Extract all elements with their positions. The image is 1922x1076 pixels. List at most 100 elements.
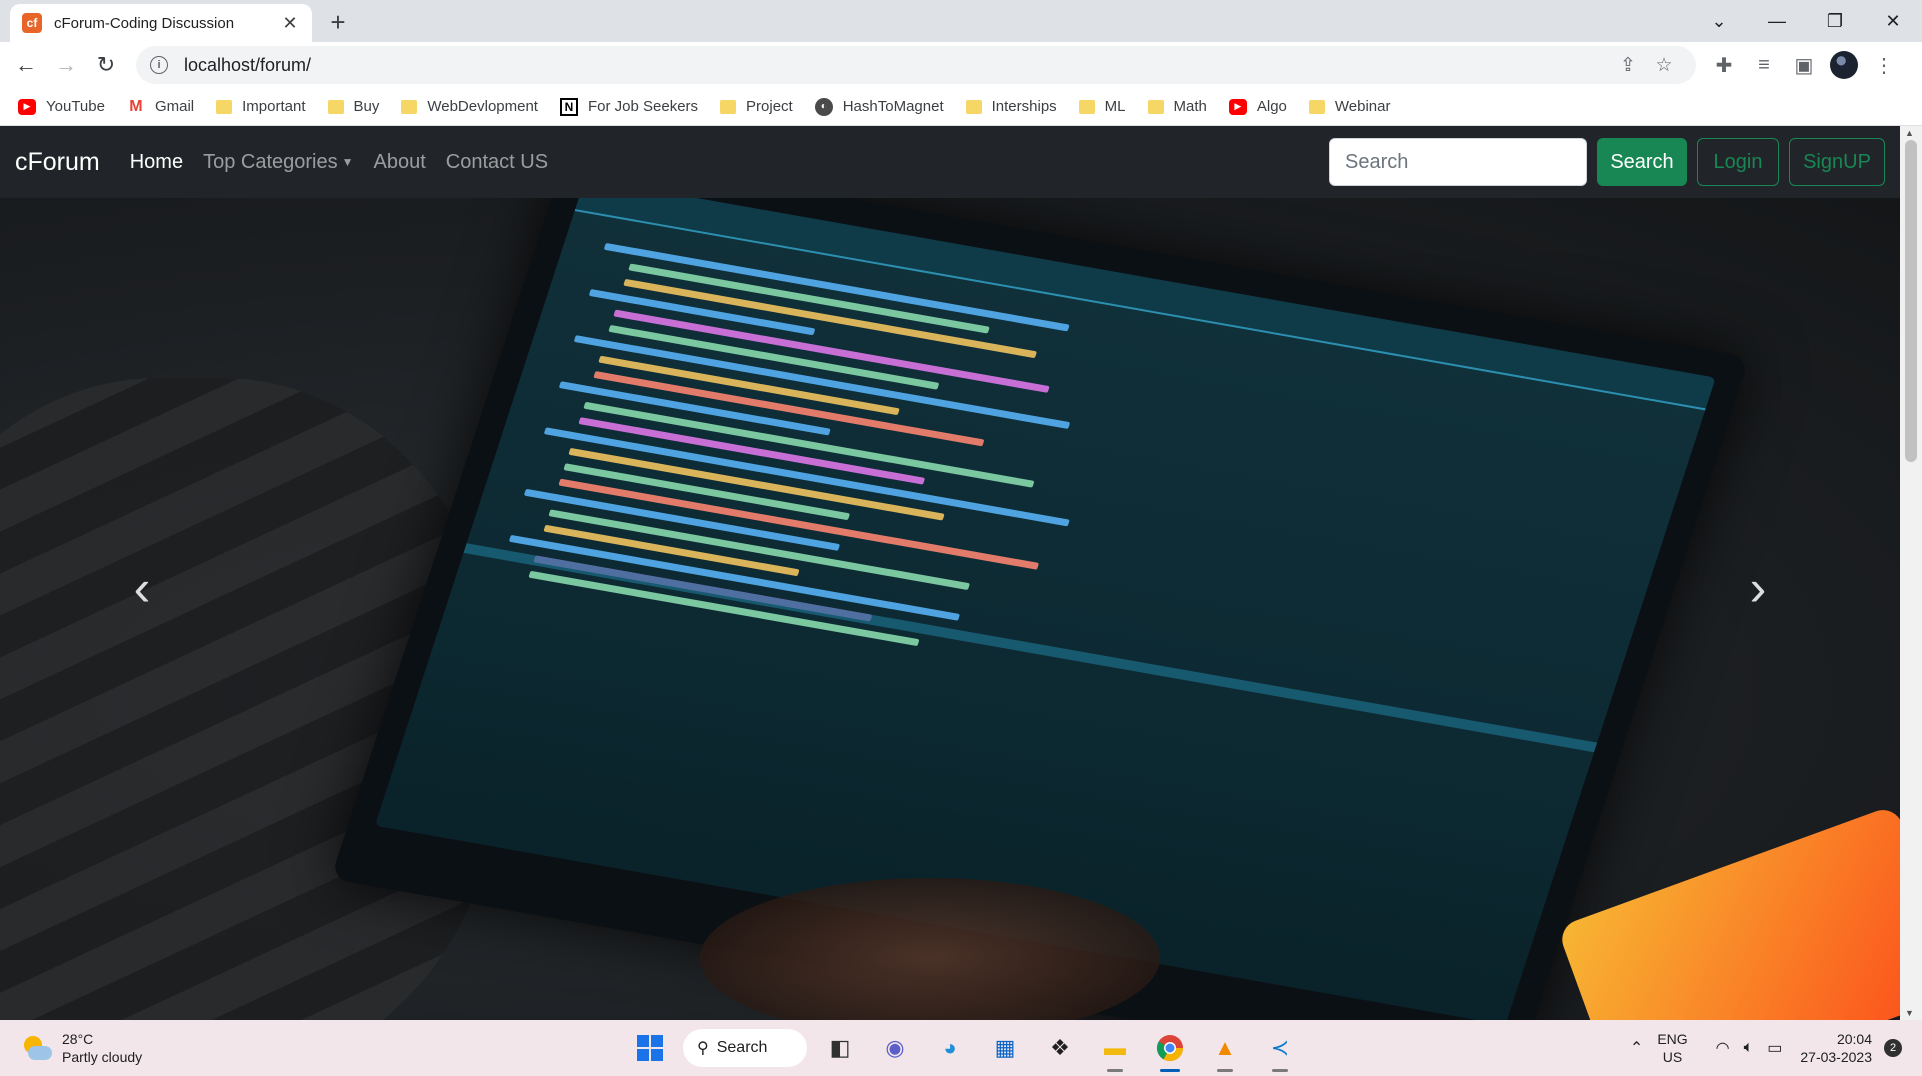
task-view-icon[interactable]: ◧ — [818, 1026, 862, 1070]
cforum-favicon-icon: cf — [22, 13, 42, 33]
bookmark-label: YouTube — [46, 98, 105, 115]
browser-tab[interactable]: cf cForum-Coding Discussion ✕ — [10, 4, 312, 42]
close-window-button[interactable]: ✕ — [1864, 0, 1922, 42]
scrollbar-thumb[interactable] — [1905, 140, 1917, 462]
signup-button[interactable]: SignUP — [1789, 138, 1885, 186]
profile-avatar[interactable] — [1830, 51, 1858, 79]
search-button[interactable]: Search — [1597, 138, 1687, 186]
bookmark-interships[interactable]: Interships — [965, 98, 1057, 115]
restore-button[interactable]: ❐ — [1806, 0, 1864, 42]
site-info-icon[interactable]: i — [150, 56, 168, 74]
windows-start-icon[interactable] — [628, 1026, 672, 1070]
dropbox-icon[interactable]: ❖ — [1038, 1026, 1082, 1070]
volume-icon[interactable]: 🔈︎ — [1744, 1039, 1754, 1057]
taskbar-apps: ⚲ Search ◧ ◉ ◕ ▦ ❖ ▬ ▲ ≺ — [628, 1026, 1313, 1072]
address-bar[interactable]: i localhost/forum/ ⇪ ☆ — [136, 46, 1696, 84]
show-hidden-icons-chevron-icon[interactable]: ⌃ — [1630, 1038, 1643, 1058]
reload-icon[interactable]: ↻ — [86, 45, 126, 85]
bookmark-webinar[interactable]: Webinar — [1308, 98, 1391, 115]
media-queue-icon[interactable]: ≡ — [1744, 45, 1784, 85]
bookmark-algo[interactable]: ▶ Algo — [1228, 98, 1287, 115]
url-text[interactable]: localhost/forum/ — [184, 55, 1610, 76]
bookmark-ml[interactable]: ML — [1078, 98, 1126, 115]
carousel-next-chevron-icon[interactable]: › — [1728, 558, 1788, 618]
scroll-up-arrow-icon[interactable]: ▲ — [1905, 128, 1914, 138]
youtube-icon: ▶ — [18, 98, 36, 115]
bookmark-label: Algo — [1256, 98, 1287, 115]
bookmark-label: Buy — [353, 98, 380, 115]
language-indicator[interactable]: ENG US — [1657, 1030, 1687, 1066]
search-icon: ⚲ — [697, 1040, 709, 1057]
login-button[interactable]: Login — [1697, 138, 1779, 186]
teams-chat-icon[interactable]: ◉ — [873, 1026, 917, 1070]
forward-arrow-icon[interactable]: → — [46, 45, 86, 85]
window-controls: ⌄ — ❐ ✕ — [1690, 0, 1922, 42]
partly-cloudy-icon — [20, 1034, 52, 1062]
bookmark-star-icon[interactable]: ☆ — [1646, 47, 1682, 83]
vscode-icon[interactable]: ≺ — [1258, 1026, 1302, 1072]
bookmark-project[interactable]: Project — [720, 98, 793, 115]
nav-dropdown-top-categories[interactable]: Top Categories ▼ — [203, 151, 353, 174]
clock[interactable]: 20:04 27-03-2023 — [1800, 1030, 1872, 1066]
microsoft-store-icon[interactable]: ▦ — [983, 1026, 1027, 1070]
wifi-icon[interactable]: ◠ — [1716, 1038, 1730, 1058]
bookmark-math[interactable]: Math — [1147, 98, 1207, 115]
new-tab-button[interactable]: + — [322, 6, 354, 38]
close-tab-icon[interactable]: ✕ — [280, 13, 300, 34]
clock-time: 20:04 — [1836, 1031, 1872, 1047]
side-panel-icon[interactable]: ▣ — [1784, 45, 1824, 85]
navbar-brand[interactable]: cForum — [15, 148, 100, 177]
search-input[interactable] — [1329, 138, 1587, 186]
site-navbar: cForum Home Top Categories ▼ About Contac… — [0, 126, 1900, 198]
nav-link-home[interactable]: Home — [130, 151, 183, 174]
tab-title: cForum-Coding Discussion — [54, 14, 235, 32]
bookmark-important[interactable]: Important — [216, 98, 306, 115]
browser-toolbar: ← → ↻ i localhost/forum/ ⇪ ☆ ✚ ≡ ▣ ⋮ — [0, 42, 1922, 88]
edge-browser-icon[interactable]: ◕ — [928, 1026, 972, 1070]
folder-icon — [1308, 99, 1325, 114]
bookmark-label: Gmail — [154, 98, 195, 115]
browser-tab-strip: cf cForum-Coding Discussion ✕ + ⌄ — ❐ ✕ — [0, 0, 1922, 42]
bookmark-youtube[interactable]: ▶ YouTube — [18, 98, 105, 115]
language-line1: ENG — [1657, 1031, 1688, 1047]
bookmark-label: WebDevlopment — [427, 98, 538, 115]
bookmark-label: Interships — [991, 98, 1057, 115]
carousel-prev-chevron-icon[interactable]: ‹ — [112, 558, 172, 618]
back-arrow-icon[interactable]: ← — [6, 45, 46, 85]
globe-icon: ◐ — [814, 97, 833, 116]
chrome-icon[interactable] — [1148, 1026, 1192, 1072]
web-page: cForum Home Top Categories ▼ About Contac… — [0, 126, 1900, 1020]
weather-widget[interactable]: 28°C Partly cloudy — [20, 1030, 142, 1066]
browser-menu-icon[interactable]: ⋮ — [1864, 45, 1904, 85]
bookmark-for-job-seekers[interactable]: N For Job Seekers — [559, 97, 698, 116]
nav-link-contact[interactable]: Contact US — [446, 151, 548, 174]
nav-dropdown-label: Top Categories — [203, 150, 338, 173]
bookmark-label: Project — [746, 98, 793, 115]
youtube-icon: ▶ — [1228, 98, 1247, 115]
nav-link-about[interactable]: About — [374, 151, 426, 174]
bookmark-label: Webinar — [1334, 98, 1391, 115]
extensions-puzzle-icon[interactable]: ✚ — [1704, 45, 1744, 85]
page-scrollbar[interactable]: ▲ ▼ — [1900, 126, 1922, 1020]
bookmark-hashtomagnet[interactable]: ◐ HashToMagnet — [814, 97, 944, 116]
taskbar-search[interactable]: ⚲ Search — [683, 1029, 807, 1067]
system-tray: ⌃ ENG US ◠ 🔈︎ ▭ 20:04 27-03-2023 2 — [1616, 1020, 1902, 1076]
notification-badge[interactable]: 2 — [1884, 1039, 1902, 1057]
battery-icon[interactable]: ▭ — [1767, 1038, 1782, 1058]
folder-icon — [965, 99, 982, 114]
share-icon[interactable]: ⇪ — [1610, 47, 1646, 83]
bookmark-webdevlopment[interactable]: WebDevlopment — [401, 98, 538, 115]
minimize-button[interactable]: — — [1748, 0, 1806, 42]
bookmark-buy[interactable]: Buy — [327, 98, 380, 115]
bookmark-label: Math — [1173, 98, 1207, 115]
hero-carousel: ‹ › — [0, 198, 1900, 1020]
vlc-icon[interactable]: ▲ — [1203, 1026, 1247, 1072]
language-line2: US — [1662, 1049, 1683, 1065]
folder-icon — [327, 99, 344, 114]
clock-date: 27-03-2023 — [1800, 1049, 1872, 1065]
scroll-down-arrow-icon[interactable]: ▼ — [1905, 1008, 1914, 1018]
tab-search-chevron-icon[interactable]: ⌄ — [1690, 0, 1748, 42]
bookmark-gmail[interactable]: M Gmail — [127, 98, 195, 116]
file-explorer-icon[interactable]: ▬ — [1093, 1026, 1137, 1072]
bookmark-label: ML — [1104, 98, 1126, 115]
